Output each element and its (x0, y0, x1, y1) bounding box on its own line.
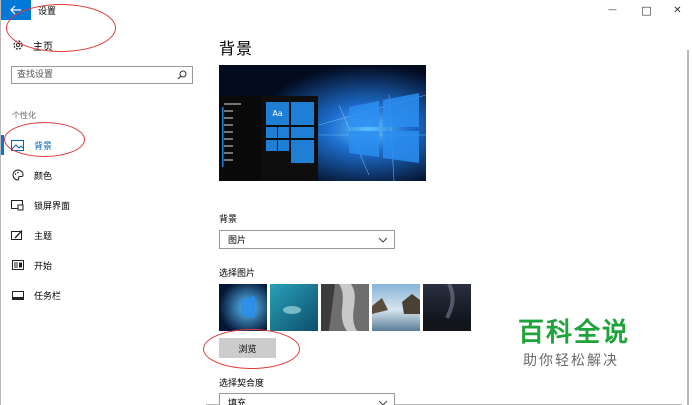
settings-window: 设置 — □ ✕ 主页 查找设置 个性化 背景 颜色 锁屏界面 主题 开始 任务… (0, 0, 692, 405)
window-title: 设置 (38, 7, 57, 17)
scrollbar-thumb[interactable] (687, 50, 689, 405)
scrollbar[interactable] (682, 20, 692, 405)
home-label: 主页 (33, 41, 53, 53)
sidebar-item-label: 主题 (34, 231, 53, 242)
minimize-icon: — (608, 5, 617, 15)
preview-tile (278, 127, 289, 138)
palette-icon (11, 169, 24, 182)
preview-tile-sample: Aa (266, 102, 289, 125)
sidebar-item-start[interactable]: 开始 (1, 250, 206, 280)
background-label: 背景 (219, 215, 238, 225)
sidebar: 主页 个性化 背景 (1, 20, 206, 405)
background-type-value: 图片 (228, 236, 247, 246)
background-preview: Aa (219, 65, 426, 181)
maximize-button[interactable]: □ (635, 0, 658, 20)
search-box[interactable] (11, 66, 193, 84)
gear-icon (11, 38, 25, 52)
sidebar-item-taskbar[interactable]: 任务栏 (1, 280, 206, 310)
taskbar-icon (11, 289, 24, 302)
fit-label: 选择契合度 (219, 379, 265, 389)
fit-value: 填充 (228, 399, 247, 405)
sidebar-item-home[interactable]: 主页 (11, 37, 53, 53)
sidebar-item-label: 颜色 (34, 171, 53, 182)
sidebar-item-color[interactable]: 颜色 (1, 160, 206, 190)
close-button[interactable]: ✕ (666, 0, 689, 20)
thumbnail-beach-cliffs[interactable] (372, 284, 420, 331)
thumbnail-windows-light[interactable] (219, 284, 267, 331)
sidebar-item-label: 开始 (34, 261, 53, 272)
brush-icon (11, 229, 24, 242)
title-bar: 设置 — □ ✕ (1, 0, 692, 20)
thumbnail-night-sky[interactable] (423, 284, 471, 331)
sidebar-item-lock-screen[interactable]: 锁屏界面 (1, 190, 206, 220)
lock-screen-icon (11, 199, 24, 212)
preview-tile-text: Aa (272, 109, 283, 118)
sidebar-item-background[interactable]: 背景 (1, 130, 206, 160)
thumbnail-underwater[interactable] (270, 284, 318, 331)
preview-tile (291, 127, 314, 138)
sidebar-item-label: 任务栏 (34, 291, 62, 302)
fit-select[interactable]: 填充 (219, 393, 395, 405)
sidebar-item-label: 锁屏界面 (34, 201, 71, 212)
sidebar-item-label: 背景 (34, 141, 53, 152)
preview-tile (291, 140, 314, 163)
close-icon: ✕ (673, 4, 682, 16)
background-type-select[interactable]: 图片 (219, 230, 395, 249)
minimize-button[interactable]: — (601, 0, 624, 20)
search-icon[interactable] (176, 69, 188, 81)
page-title: 背景 (219, 39, 254, 58)
preview-tile (291, 102, 314, 125)
watermark-subtitle: 助你轻松解决 (523, 353, 619, 369)
picture-icon (11, 139, 24, 152)
chevron-down-icon (378, 398, 388, 405)
preview-tile (266, 127, 277, 138)
search-input[interactable] (12, 67, 172, 83)
choose-picture-label: 选择图片 (219, 269, 256, 279)
watermark: 百科全说 助你轻松解决 (510, 312, 650, 374)
thumbnail-rock-crevice[interactable] (321, 284, 369, 331)
preview-tile (266, 140, 277, 151)
sidebar-item-themes[interactable]: 主题 (1, 220, 206, 250)
browse-button[interactable]: 浏览 (219, 338, 276, 358)
back-button[interactable] (1, 0, 31, 20)
preview-start-tiles: Aa (261, 96, 318, 181)
preview-start-sidebar (219, 96, 261, 181)
watermark-title: 百科全说 (518, 318, 631, 348)
sidebar-nav: 背景 颜色 锁屏界面 主题 开始 任务栏 (1, 130, 206, 310)
section-label-personalization: 个性化 (12, 111, 36, 120)
chevron-down-icon (378, 235, 388, 245)
preview-tile (278, 140, 289, 151)
maximize-icon: □ (641, 3, 652, 17)
back-arrow-icon (10, 5, 21, 15)
start-icon (11, 259, 24, 272)
